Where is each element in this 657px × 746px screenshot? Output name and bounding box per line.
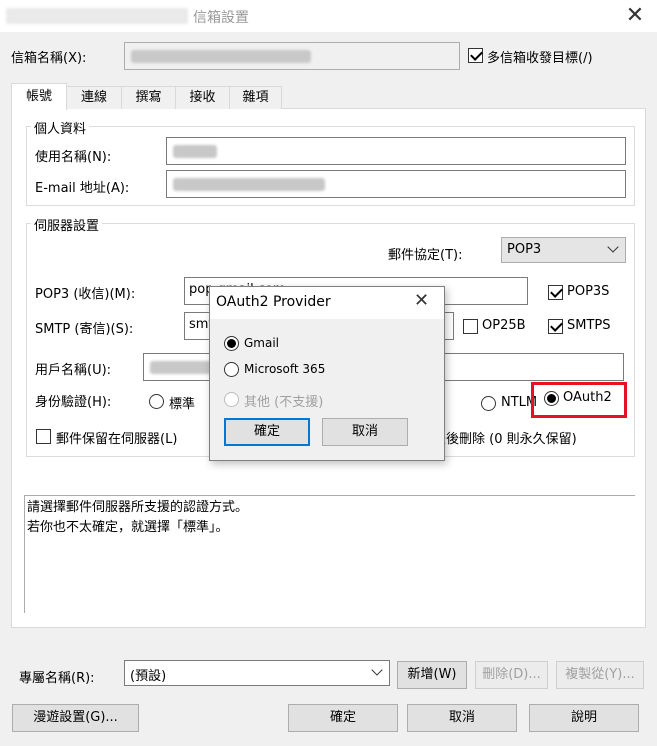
tab-compose[interactable]: 撰寫 [121,86,176,109]
dialog-title: OAuth2 Provider [216,294,331,310]
mailbox-name-field[interactable] [124,42,460,70]
oauth2-highlight-box [531,382,627,418]
smtps-checkbox[interactable] [548,319,563,334]
mailbox-name-label: 信箱名稱(X): [11,51,87,66]
account-label: 用戶名稱(U): [35,363,112,378]
multi-target-checkbox[interactable] [468,48,483,63]
pop3-label: POP3 (收信)(M): [35,287,136,302]
chevron-down-icon [607,241,619,253]
description-line-1: 請選擇郵件伺服器所支援的認證方式。 [27,500,249,515]
profile-value: (預設) [130,669,167,684]
auth-standard-label: 標準 [169,397,196,412]
email-label: E-mail 地址(A): [35,181,130,196]
window-title: 信箱設置 [193,10,249,26]
provider-other-radio[interactable] [224,392,239,407]
smtp-label: SMTP (寄信)(S): [35,322,134,337]
personal-group-title: 個人資料 [31,118,90,137]
tab-account[interactable]: 帳號 [11,83,67,110]
pop3s-label: POP3S [567,284,610,299]
tab-misc[interactable]: 雜項 [229,86,282,109]
title-bar: 信箱設置 ✕ [0,0,657,32]
delete-after-text: 天後刪除 (0 則永久保留) [433,432,577,447]
profile-new-button[interactable]: 新增(W) [397,661,467,689]
mailbox-name-blurred [131,50,311,63]
profile-select[interactable]: (預設) [124,660,390,686]
help-button[interactable]: 說明 [529,704,639,732]
dialog-close-icon[interactable]: ✕ [414,290,429,311]
dialog-title-bar: OAuth2 Provider ✕ [210,287,444,319]
multi-target-label: 多信箱收發目標(/) [487,51,593,66]
auth-standard-radio[interactable] [149,394,164,409]
profile-delete-button[interactable]: 刪除(D)... [475,661,548,689]
dialog-ok-button[interactable]: 確定 [224,418,310,446]
tab-connection[interactable]: 連線 [66,86,122,109]
provider-other-label: 其他 (不支援) [244,395,324,410]
server-group-title: 伺服器設置 [31,215,103,234]
pop3s-checkbox[interactable] [548,285,563,300]
protocol-select[interactable]: POP3 [501,237,626,263]
email-blurred [173,178,325,191]
profile-copy-button[interactable]: 複製從(Y)... [556,661,644,689]
provider-microsoft365-label: Microsoft 365 [244,362,326,376]
profile-label: 專屬名稱(R): [19,671,95,686]
protocol-label: 郵件協定(T): [388,248,463,263]
op25b-checkbox[interactable] [463,319,478,334]
cancel-button[interactable]: 取消 [407,704,517,732]
description-line-2: 若你也不太確定，就選擇「標準」。 [27,520,229,535]
description-box: 請選擇郵件伺服器所支援的認證方式。 若你也不太確定，就選擇「標準」。 [24,495,635,613]
dialog-cancel-button[interactable]: 取消 [322,418,408,446]
provider-gmail-radio[interactable] [224,336,239,351]
provider-gmail-label: Gmail [244,336,280,350]
username-blurred [173,145,217,158]
oauth2-provider-dialog: OAuth2 Provider ✕ Gmail Microsoft 365 其他… [209,286,445,461]
smtps-label: SMTPS [567,318,611,333]
auth-ntlm-radio[interactable] [481,396,496,411]
username-label: 使用名稱(N): [35,150,112,165]
username-field[interactable] [166,137,626,165]
email-field[interactable] [166,170,626,198]
ok-button[interactable]: 確定 [288,704,398,732]
op25b-label: OP25B [482,318,526,333]
tab-receive[interactable]: 接收 [175,86,230,109]
provider-microsoft365-radio[interactable] [224,362,239,377]
roaming-button[interactable]: 漫遊設置(G)... [12,704,139,732]
auth-label: 身份驗證(H): [35,395,112,410]
protocol-value: POP3 [507,242,542,257]
chevron-down-icon [371,664,383,676]
close-icon[interactable]: ✕ [620,0,650,32]
keep-mail-checkbox[interactable] [36,429,51,444]
title-account-blurred [6,8,188,24]
keep-mail-label: 郵件保留在伺服器(L) [56,432,178,447]
mail-settings-window: 信箱設置 ✕ 信箱名稱(X): 多信箱收發目標(/) 連線 撰寫 接收 雜項 帳… [0,0,657,746]
